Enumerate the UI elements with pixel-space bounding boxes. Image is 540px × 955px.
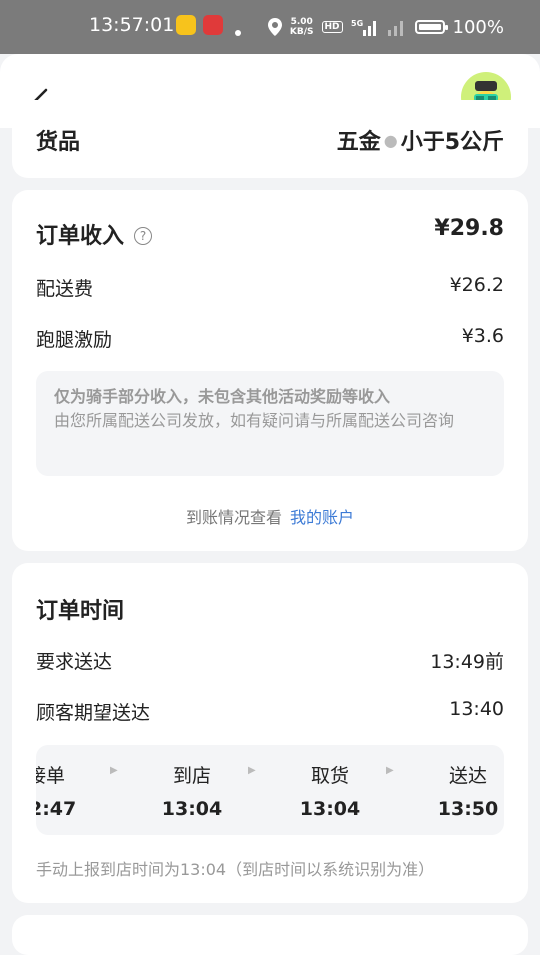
- chevron-right-icon: ▶: [386, 765, 394, 776]
- my-account-link[interactable]: 我的账户: [290, 508, 354, 527]
- timeline-step-pickup: 取货 13:04: [299, 765, 361, 820]
- income-card: 订单收入? ¥29.8 配送费 ¥26.2 跑腿激励 ¥3.6 仅为骑手部分收入…: [12, 190, 528, 551]
- incentive-value: ¥3.6: [461, 325, 504, 347]
- goods-value: 五金 ● 小于5公斤: [337, 124, 504, 156]
- timeline-step-accept: 接单 12:47: [36, 765, 77, 820]
- signal-weak-icon: [387, 21, 403, 36]
- battery-percent: 100%: [452, 16, 504, 38]
- goods-weight: 小于5公斤: [400, 130, 504, 155]
- svg-text:5G: 5G: [351, 19, 363, 28]
- goods-category: 五金: [336, 130, 381, 155]
- expected-delivery-label: 顾客期望送达: [36, 702, 151, 724]
- location-icon: [267, 18, 282, 36]
- income-note-text: 由您所属配送公司发放，如有疑问请与所属配送公司咨询: [54, 411, 455, 430]
- hd-icon: HD: [321, 21, 343, 33]
- goods-label: 货品: [36, 130, 81, 155]
- app-notification-icon: [203, 15, 223, 35]
- income-total: ¥29.8: [434, 216, 504, 241]
- more-notifications-icon: [235, 30, 241, 36]
- chevron-right-icon: ▶: [110, 765, 118, 776]
- manual-report-note: 手动上报到店时间为13:04（到店时间以系统识别为准）: [36, 860, 435, 879]
- status-icons: 5.00 KB/S HD 5G 100%: [267, 14, 504, 40]
- delivery-fee-label: 配送费: [36, 278, 94, 300]
- expected-delivery-value: 13:40: [449, 698, 504, 720]
- incentive-label: 跑腿激励: [36, 329, 113, 351]
- signal-5g-icon: 5G: [351, 19, 376, 36]
- income-note: 仅为骑手部分收入，未包含其他活动奖励等收入 由您所属配送公司发放，如有疑问请与所…: [36, 371, 504, 476]
- battery-icon: [414, 20, 448, 34]
- income-note-strong: 仅为骑手部分收入，未包含其他活动奖励等收入: [54, 387, 391, 406]
- chevron-right-icon: ▶: [248, 765, 256, 776]
- timeline-step-arrive-store: 到店 13:04: [161, 765, 223, 820]
- account-row: 到账情况查看 我的账户: [12, 504, 528, 528]
- next-card: [12, 915, 528, 955]
- status-bar: 13:57:01 5.00 KB/S HD 5G 100%: [0, 0, 540, 54]
- account-prefix: 到账情况查看: [185, 508, 282, 527]
- timeline-step-delivered: 送达 13:50: [437, 765, 499, 820]
- required-delivery-value: 13:49前: [430, 651, 504, 673]
- network-speed: 5.00 KB/S: [289, 17, 314, 37]
- income-title: 订单收入?: [36, 218, 153, 250]
- goods-card: 货品 五金 ● 小于5公斤: [12, 100, 528, 178]
- order-time-card: 订单时间 要求送达 13:49前 顾客期望送达 13:40 接单 12:47 ▶…: [12, 563, 528, 903]
- required-delivery-label: 要求送达: [36, 651, 113, 673]
- delivery-fee-value: ¥26.2: [449, 274, 504, 296]
- app-notification-icon: [176, 15, 196, 35]
- status-time: 13:57:01: [89, 14, 175, 36]
- order-timeline[interactable]: 接单 12:47 ▶ 到店 13:04 ▶ 取货 13:04 ▶ 送达 13:5…: [36, 745, 504, 835]
- order-time-title: 订单时间: [36, 599, 125, 624]
- separator-dot: ●: [383, 131, 398, 150]
- help-icon[interactable]: ?: [134, 227, 153, 245]
